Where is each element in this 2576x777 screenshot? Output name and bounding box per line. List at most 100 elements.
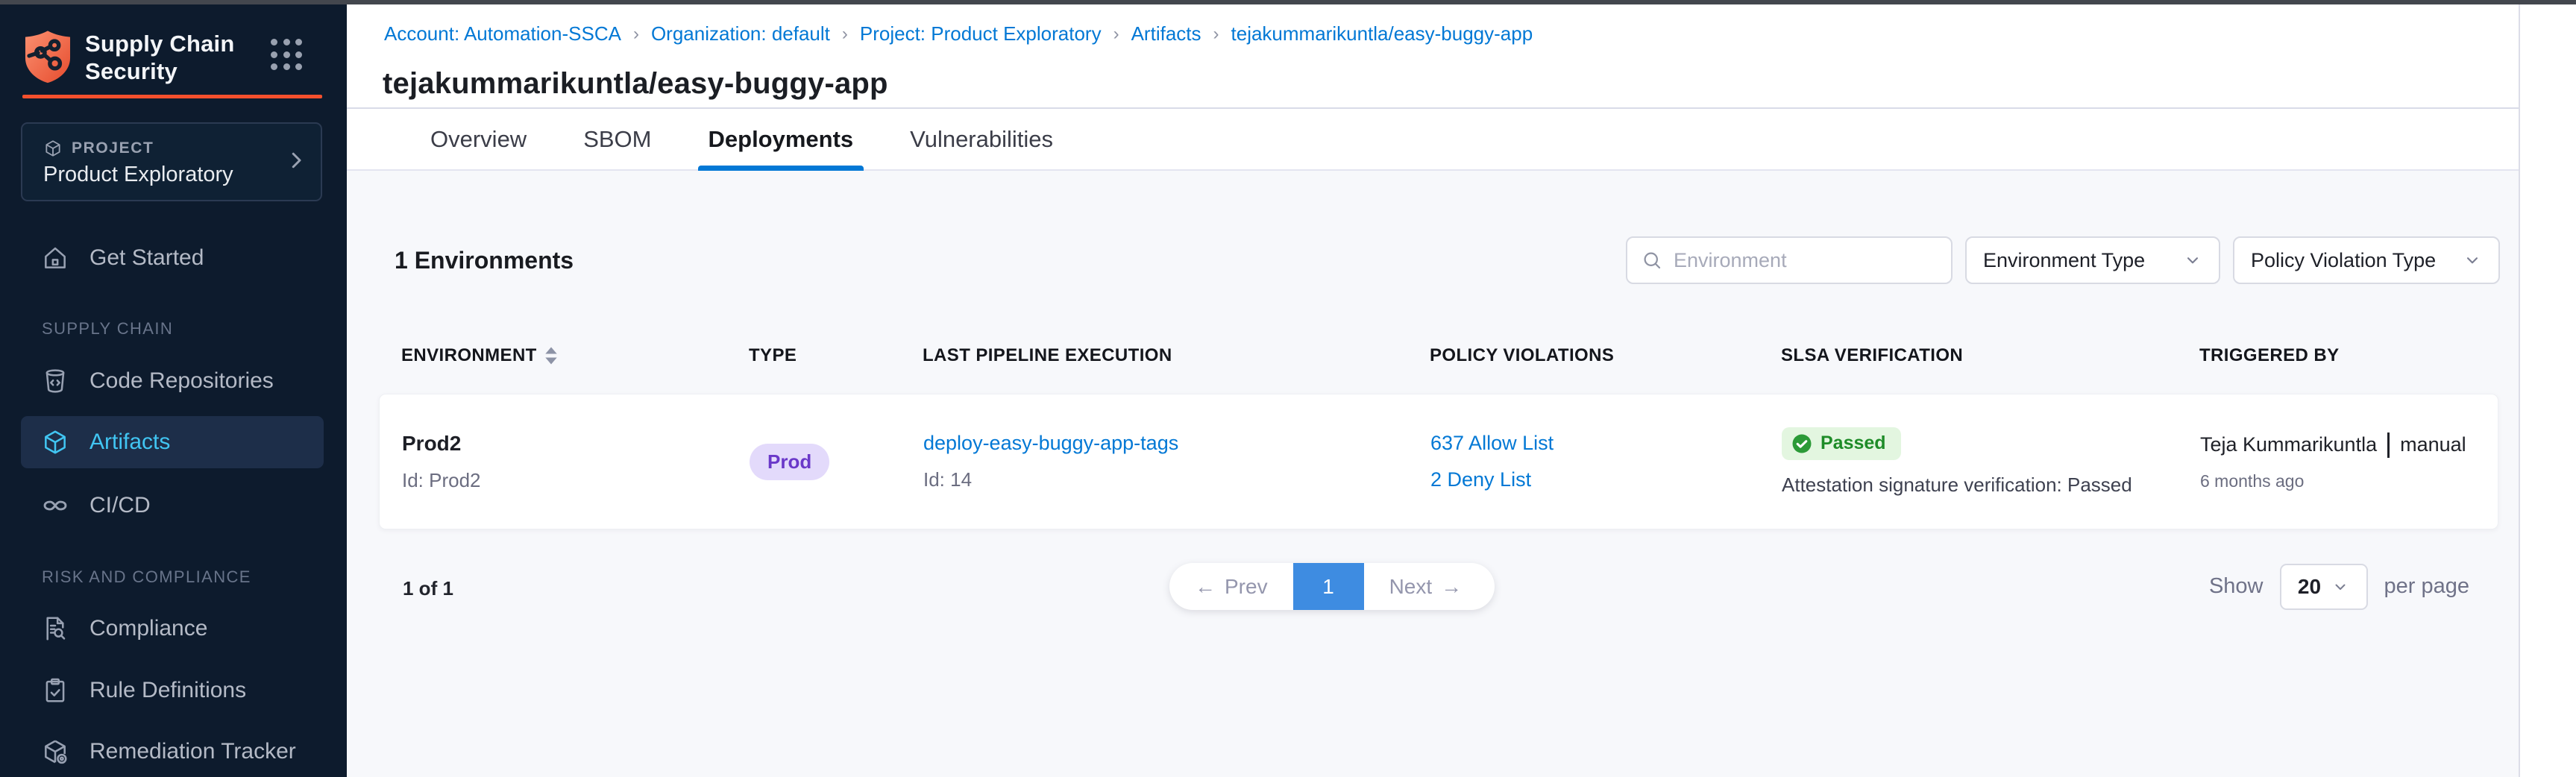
- column-triggered-by: TRIGGERED BY: [2199, 345, 2498, 366]
- cell-triggered-by: Teja Kummarikuntla manual 6 months ago: [2200, 394, 2499, 529]
- search-input[interactable]: [1674, 249, 1938, 272]
- project-name: Product Exploratory: [43, 163, 233, 187]
- next-page-button[interactable]: Next →: [1364, 563, 1488, 610]
- divider: [2387, 432, 2390, 458]
- search-icon: [1641, 249, 1663, 271]
- column-type: TYPE: [749, 345, 923, 366]
- table-row[interactable]: Prod2 Id: Prod2 Prod deploy-easy-buggy-a…: [379, 394, 2498, 529]
- slsa-passed-badge: Passed: [1782, 427, 1901, 460]
- shield-logo-icon: [22, 28, 73, 85]
- environment-name: Prod2: [402, 432, 732, 456]
- arrow-left-icon: ←: [1195, 575, 1216, 599]
- page-1-button[interactable]: 1: [1293, 563, 1364, 610]
- column-policy-violations: POLICY VIOLATIONS: [1430, 345, 1781, 366]
- clipboard-check-icon: [40, 676, 70, 705]
- page-size-control: Show 20 per page: [2209, 563, 2469, 610]
- project-label: PROJECT: [72, 139, 154, 157]
- filter-label: Policy Violation Type: [2251, 249, 2436, 272]
- page-title: tejakummarikuntla/easy-buggy-app: [383, 67, 888, 101]
- infinity-icon: [40, 491, 70, 520]
- breadcrumb-account[interactable]: Account: Automation-SSCA: [384, 22, 621, 45]
- chevron-down-icon: [2183, 251, 2202, 270]
- app-window: Supply Chain Security PROJECT Product Ex…: [0, 0, 2576, 777]
- tab-bar: Overview SBOM Deployments Vulnerabilitie…: [347, 109, 2519, 171]
- right-side-panel: [2519, 4, 2576, 777]
- tab-sbom[interactable]: SBOM: [583, 109, 651, 169]
- sidebar-item-get-started[interactable]: Get Started: [21, 236, 324, 280]
- cell-policy-violations: 637 Allow List 2 Deny List: [1430, 394, 1782, 529]
- per-page-label: per page: [2384, 574, 2470, 599]
- sidebar-item-label: Get Started: [89, 245, 204, 271]
- sidebar-item-compliance[interactable]: Compliance: [21, 606, 324, 651]
- module-title: Supply Chain Security: [85, 30, 234, 85]
- chevron-down-icon: [2463, 251, 2482, 270]
- tab-deployments[interactable]: Deployments: [709, 109, 854, 169]
- triggered-by-name: Teja Kummarikuntla: [2200, 433, 2377, 456]
- pipeline-link[interactable]: deploy-easy-buggy-app-tags: [923, 432, 1413, 455]
- allow-list-link[interactable]: 637 Allow List: [1430, 432, 1764, 455]
- cell-last-pipeline-execution: deploy-easy-buggy-app-tags Id: 14: [923, 394, 1430, 529]
- trigger-mode: manual: [2400, 433, 2466, 456]
- breadcrumb-separator: ›: [1213, 24, 1219, 45]
- chevron-down-icon: [2331, 578, 2349, 596]
- deployments-content: 1 Environments Environment Type Policy V…: [347, 171, 2519, 777]
- sidebar-item-cicd[interactable]: CI/CD: [21, 483, 324, 528]
- breadcrumb-organization[interactable]: Organization: default: [651, 22, 830, 45]
- page-size-value: 20: [2298, 575, 2321, 599]
- sidebar-item-artifacts[interactable]: Artifacts: [21, 416, 324, 468]
- arrow-right-icon: →: [1441, 575, 1462, 599]
- slsa-status-text: Passed: [1821, 432, 1886, 454]
- window-top-strip: [0, 0, 2576, 4]
- column-last-pipeline-execution: LAST PIPELINE EXECUTION: [923, 345, 1430, 366]
- policy-violation-type-filter[interactable]: Policy Violation Type: [2233, 236, 2500, 284]
- cell-slsa-verification: Passed Attestation signature verificatio…: [1782, 394, 2200, 529]
- sidebar: Supply Chain Security PROJECT Product Ex…: [0, 4, 347, 777]
- project-selector[interactable]: PROJECT Product Exploratory: [21, 122, 322, 201]
- accent-divider: [22, 95, 322, 98]
- page-header: Account: Automation-SSCA › Organization:…: [347, 4, 2519, 109]
- home-icon: [40, 243, 70, 273]
- sort-icon[interactable]: [544, 346, 558, 365]
- chevron-right-icon: [285, 149, 307, 172]
- sidebar-section-supply-chain: SUPPLY CHAIN: [42, 319, 173, 339]
- check-circle-icon: [1791, 432, 1813, 455]
- breadcrumb-separator: ›: [842, 24, 848, 45]
- deny-list-link[interactable]: 2 Deny List: [1430, 468, 1764, 491]
- sidebar-item-code-repositories[interactable]: Code Repositories: [21, 359, 324, 403]
- module-header: Supply Chain Security: [22, 27, 324, 91]
- project-cube-icon: [43, 139, 63, 158]
- sidebar-item-label: CI/CD: [89, 493, 151, 518]
- sidebar-item-rule-definitions[interactable]: Rule Definitions: [21, 668, 324, 713]
- sidebar-item-label: Rule Definitions: [89, 678, 246, 703]
- sidebar-item-label: Compliance: [89, 616, 207, 641]
- document-search-icon: [40, 614, 70, 644]
- sidebar-item-label: Code Repositories: [89, 368, 274, 394]
- breadcrumb-separator: ›: [633, 24, 639, 45]
- environment-type-filter[interactable]: Environment Type: [1965, 236, 2220, 284]
- tab-overview[interactable]: Overview: [430, 109, 527, 169]
- tab-vulnerabilities[interactable]: Vulnerabilities: [910, 109, 1053, 169]
- prev-page-button[interactable]: ← Prev: [1169, 563, 1293, 610]
- page-size-select[interactable]: 20: [2280, 564, 2368, 610]
- sidebar-item-label: Remediation Tracker: [89, 739, 296, 764]
- breadcrumb-separator: ›: [1113, 24, 1119, 45]
- page-summary: 1 of 1: [403, 577, 453, 600]
- breadcrumb: Account: Automation-SSCA › Organization:…: [384, 22, 1533, 45]
- sidebar-item-remediation-tracker[interactable]: Remediation Tracker: [21, 729, 324, 774]
- column-slsa-verification: SLSA VERIFICATION: [1781, 345, 2199, 366]
- prod-type-badge: Prod: [750, 444, 829, 480]
- sidebar-item-label: Artifacts: [89, 430, 170, 455]
- pipeline-id: Id: 14: [923, 468, 1413, 491]
- breadcrumb-project[interactable]: Project: Product Exploratory: [860, 22, 1102, 45]
- box-tag-icon: [40, 737, 70, 767]
- cell-type: Prod: [750, 394, 923, 529]
- sidebar-section-risk-compliance: RISK AND COMPLIANCE: [42, 567, 251, 587]
- slsa-detail: Attestation signature verification: Pass…: [1782, 474, 2182, 497]
- filter-label: Environment Type: [1983, 249, 2145, 272]
- breadcrumb-artifacts[interactable]: Artifacts: [1131, 22, 1201, 45]
- breadcrumb-artifact-name[interactable]: tejakummarikuntla/easy-buggy-app: [1231, 22, 1533, 45]
- pagination: ← Prev 1 Next →: [1169, 563, 1495, 610]
- app-grid-icon[interactable]: [271, 39, 304, 72]
- code-repo-icon: [40, 366, 70, 396]
- column-environment: ENVIRONMENT: [379, 345, 749, 366]
